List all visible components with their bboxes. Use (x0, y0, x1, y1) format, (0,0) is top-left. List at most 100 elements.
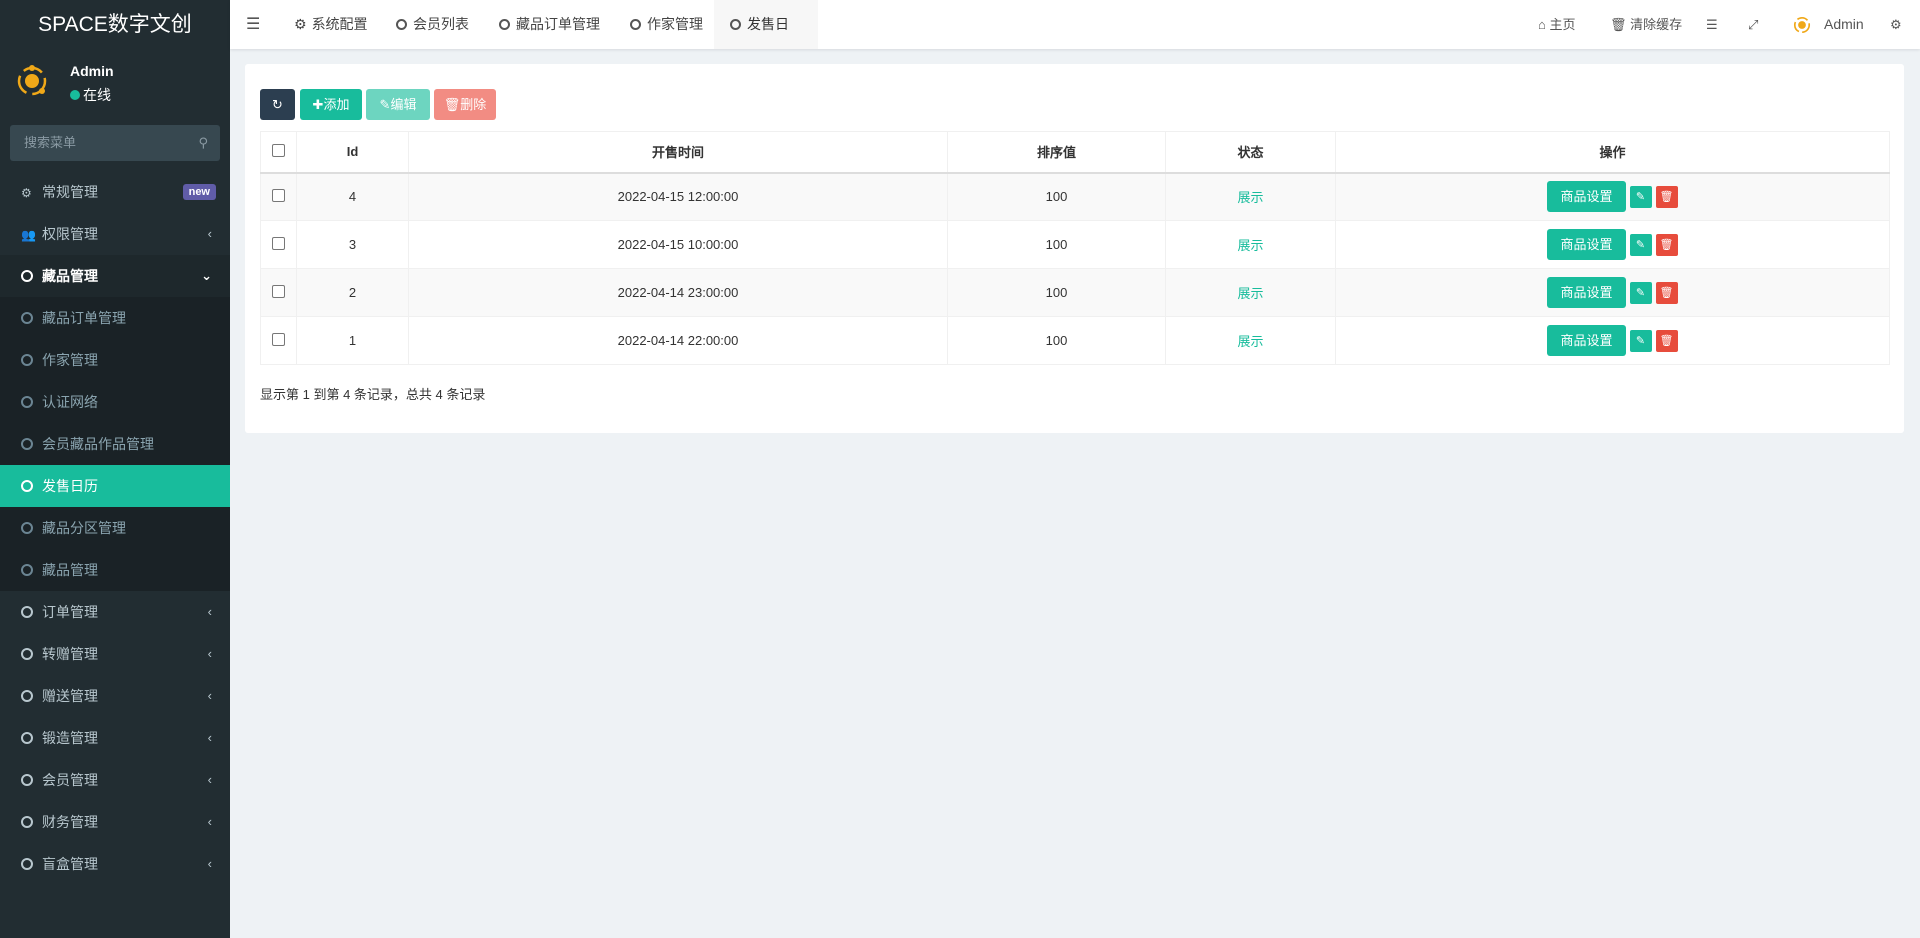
col-id[interactable]: Id (297, 132, 409, 173)
circle-icon (21, 606, 33, 618)
col-sort[interactable]: 排序值 (948, 132, 1166, 173)
data-table: Id 开售时间 排序值 状态 操作 42022-04-15 12:00:0010… (260, 131, 1890, 365)
user-panel: Admin 在线 (0, 49, 230, 121)
sidebar-item-label: 藏品管理 (42, 268, 98, 284)
delete-row-button[interactable]: 🗑 (1656, 234, 1678, 256)
cell-sort: 100 (948, 221, 1166, 269)
edit-row-button[interactable]: ✎ (1630, 330, 1652, 352)
chevron-icon: ‹ (208, 675, 212, 717)
sidebar-item[interactable]: 会员藏品作品管理 (0, 423, 230, 465)
edit-row-button[interactable]: ✎ (1630, 234, 1652, 256)
delete-row-button[interactable]: 🗑 (1656, 282, 1678, 304)
cell-status[interactable]: 展示 (1166, 317, 1336, 365)
product-settings-button[interactable]: 商品设置 (1547, 325, 1625, 356)
cogs-icon[interactable]: ⚙ (1890, 0, 1902, 49)
translate-icon[interactable]: ☰ (1706, 0, 1718, 49)
table-row: 42022-04-15 12:00:00100展示商品设置✎🗑 (261, 173, 1890, 221)
tab-author-management[interactable]: 作家管理 (614, 0, 719, 49)
cell-actions: 商品设置✎🗑 (1336, 221, 1890, 269)
tab-system-config[interactable]: ⚙系统配置 (278, 0, 384, 49)
online-dot-icon (70, 90, 80, 100)
app-logo[interactable]: SPACE数字文创 (0, 0, 230, 49)
sidebar-item[interactable]: 财务管理‹ (0, 801, 230, 843)
sidebar-item[interactable]: 转赠管理‹ (0, 633, 230, 675)
sidebar-item-label: 藏品管理 (42, 562, 98, 578)
tab-member-list[interactable]: 会员列表 (380, 0, 485, 49)
cell-sale-time: 2022-04-15 12:00:00 (409, 173, 948, 221)
sidebar-item[interactable]: 盲盒管理‹ (0, 843, 230, 885)
chevron-icon: ‹ (208, 633, 212, 675)
row-checkbox[interactable] (272, 333, 285, 346)
cell-status[interactable]: 展示 (1166, 221, 1336, 269)
circle-icon (630, 19, 641, 30)
col-status[interactable]: 状态 (1166, 132, 1336, 173)
cell-sale-time: 2022-04-14 22:00:00 (409, 317, 948, 365)
fullscreen-icon[interactable]: ⤢ (1748, 0, 1758, 49)
sidebar-item[interactable]: 藏品订单管理 (0, 297, 230, 339)
circle-icon (21, 270, 33, 282)
circle-icon (21, 858, 33, 870)
sidebar-item[interactable]: 赠送管理‹ (0, 675, 230, 717)
trash-icon: 🗑 (1610, 17, 1627, 32)
add-button[interactable]: ✚添加 (300, 89, 362, 120)
sidebar-item[interactable]: 锻造管理‹ (0, 717, 230, 759)
product-settings-button[interactable]: 商品设置 (1547, 229, 1625, 260)
delete-row-button[interactable]: 🗑 (1656, 330, 1678, 352)
trash-icon: 🗑 (444, 97, 461, 112)
product-settings-button[interactable]: 商品设置 (1547, 181, 1625, 212)
sidebar-item[interactable]: 藏品管理 (0, 549, 230, 591)
cell-id: 3 (297, 221, 409, 269)
sidebar-item[interactable]: 发售日历 (0, 465, 230, 507)
product-settings-button[interactable]: 商品设置 (1547, 277, 1625, 308)
edit-row-button[interactable]: ✎ (1630, 186, 1652, 208)
cell-sort: 100 (948, 173, 1166, 221)
row-checkbox[interactable] (272, 189, 285, 202)
circle-icon (21, 438, 33, 450)
sidebar-item[interactable]: 藏品分区管理 (0, 507, 230, 549)
sidebar-item[interactable]: 👥权限管理‹ (0, 213, 230, 255)
sidebar-item[interactable]: 订单管理‹ (0, 591, 230, 633)
tab-sale-calendar[interactable]: 发售日历 (714, 0, 818, 49)
sidebar-item[interactable]: 藏品管理 ⌄ (0, 255, 230, 297)
sidebar-menu: ⚙常规管理new👥权限管理‹ 藏品管理 ⌄藏品订单管理作家管理认证网络会员藏品作品管… (0, 171, 230, 885)
tab-label: 会员列表 (413, 16, 469, 32)
refresh-icon: ↻ (272, 97, 283, 112)
search-icon[interactable]: ⚲ (198, 125, 208, 161)
table-row: 32022-04-15 10:00:00100展示商品设置✎🗑 (261, 221, 1890, 269)
header-avatar[interactable] (1792, 15, 1812, 35)
col-sale-time[interactable]: 开售时间 (409, 132, 948, 173)
cell-status[interactable]: 展示 (1166, 269, 1336, 317)
select-all-cell (261, 132, 297, 173)
sidebar-item[interactable]: 作家管理 (0, 339, 230, 381)
delete-row-button[interactable]: 🗑 (1656, 186, 1678, 208)
clear-cache-button[interactable]: 🗑 清除缓存 (1610, 0, 1682, 49)
sidebar-item[interactable]: ⚙常规管理new (0, 171, 230, 213)
circle-icon (730, 19, 741, 30)
cell-id: 2 (297, 269, 409, 317)
users-icon: 👥 (21, 214, 35, 256)
menu-toggle-icon[interactable]: ☰ (246, 0, 260, 49)
edit-button[interactable]: ✎编辑 (366, 89, 430, 120)
row-checkbox[interactable] (272, 237, 285, 250)
sidebar-item-label: 作家管理 (42, 352, 98, 368)
cell-status[interactable]: 展示 (1166, 173, 1336, 221)
edit-row-button[interactable]: ✎ (1630, 282, 1652, 304)
plus-icon: ✚ (313, 97, 324, 112)
row-checkbox[interactable] (272, 285, 285, 298)
table-row: 22022-04-14 23:00:00100展示商品设置✎🗑 (261, 269, 1890, 317)
edit-label: 编辑 (390, 97, 416, 112)
add-label: 添加 (323, 97, 349, 112)
refresh-button[interactable]: ↻ (260, 89, 295, 120)
delete-button[interactable]: 🗑删除 (434, 89, 496, 120)
circle-icon (499, 19, 510, 30)
select-all-checkbox[interactable] (272, 144, 285, 157)
home-link[interactable]: ⌂ 主页 (1538, 0, 1576, 49)
header-admin[interactable]: Admin (1824, 0, 1864, 49)
tab-label: 作家管理 (647, 16, 703, 32)
menu-search-input[interactable]: 搜索菜单⚲ (10, 125, 220, 161)
tab-order-management[interactable]: 藏品订单管理 (483, 0, 616, 49)
sidebar-item[interactable]: 认证网络 (0, 381, 230, 423)
cell-actions: 商品设置✎🗑 (1336, 269, 1890, 317)
chevron-icon: ⌄ (201, 255, 212, 297)
sidebar-item[interactable]: 会员管理‹ (0, 759, 230, 801)
